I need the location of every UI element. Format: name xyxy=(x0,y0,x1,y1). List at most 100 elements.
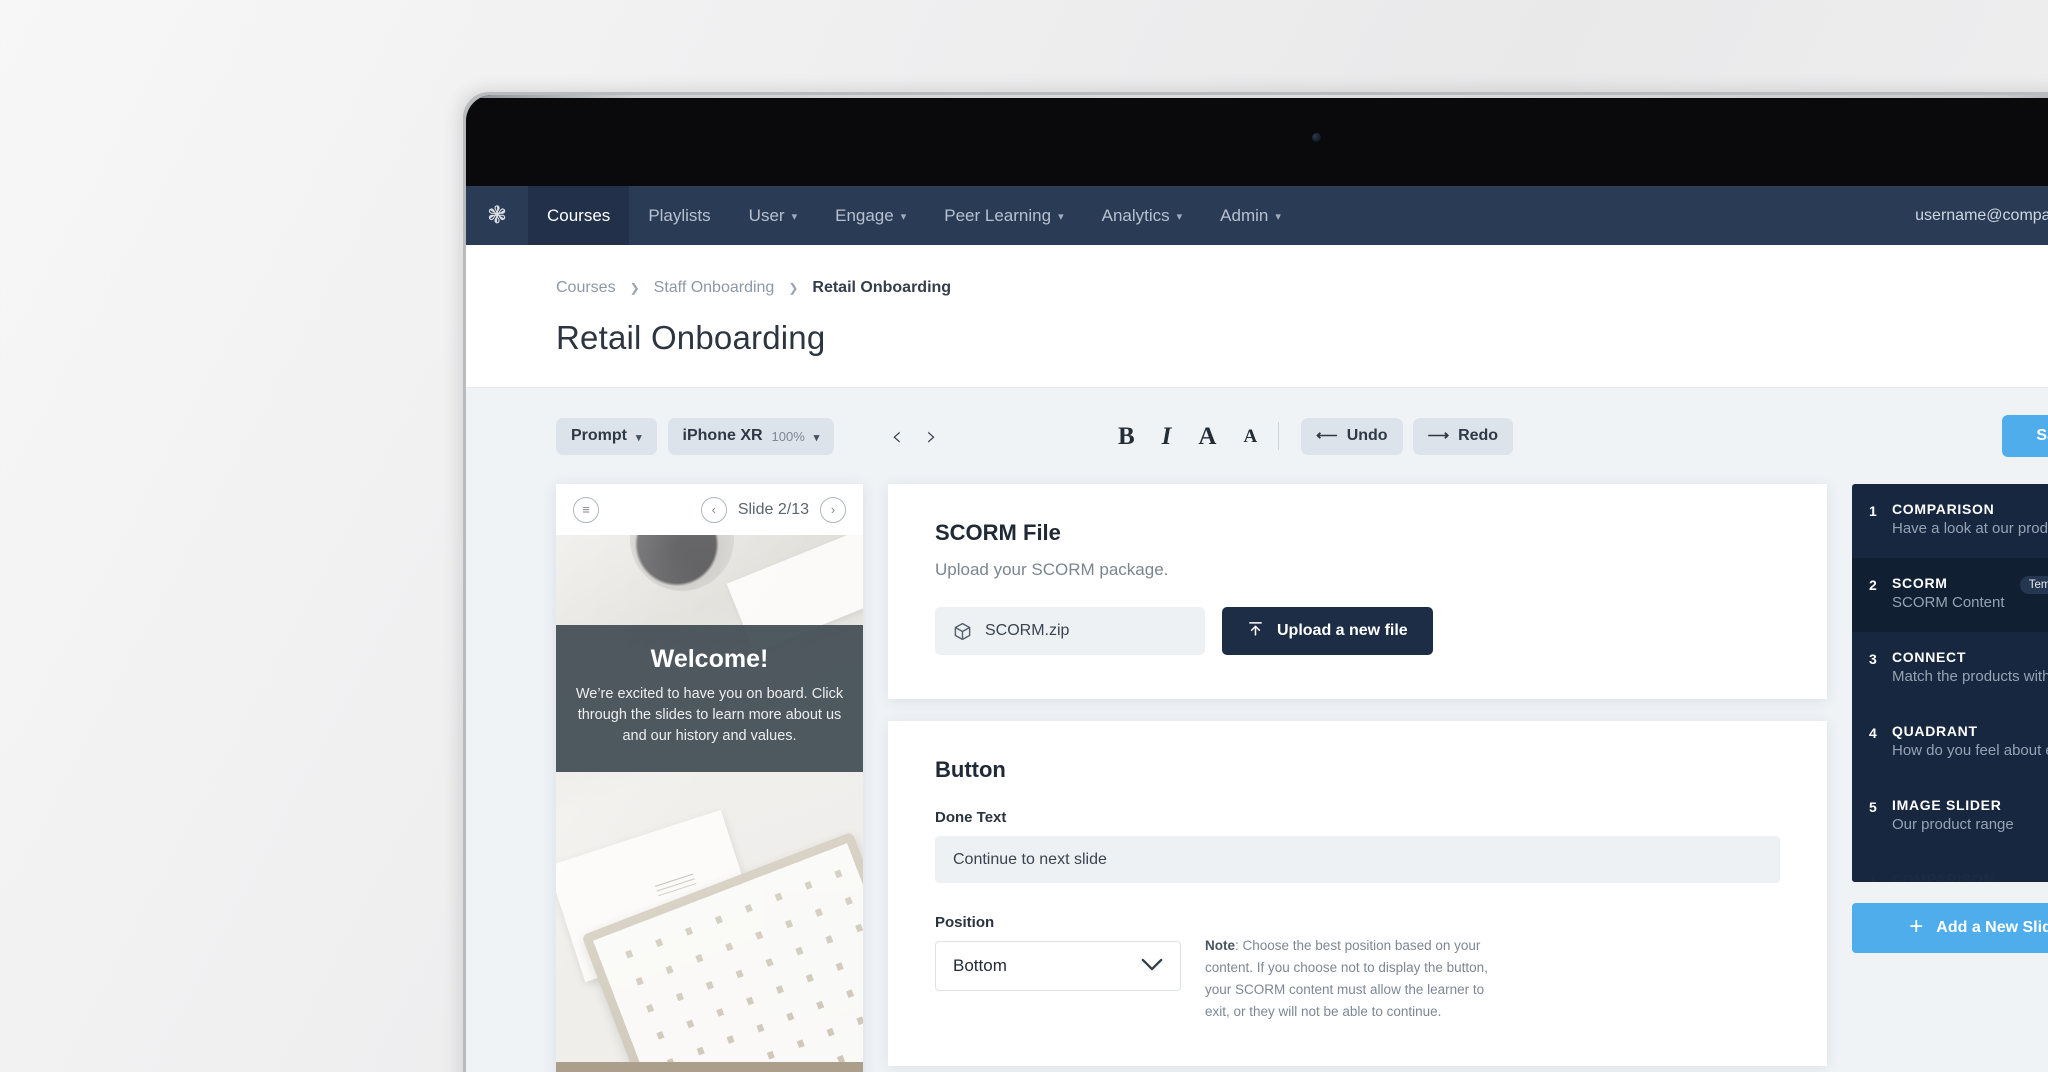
position-select[interactable]: Bottom xyxy=(935,941,1181,991)
slide-description: How do you feel about e… xyxy=(1892,742,2048,759)
preview-canvas: Welcome! We’re excited to have you on bo… xyxy=(556,535,863,1072)
redo-button[interactable]: ⟶ Redo xyxy=(1412,417,1514,455)
slide-badge-row: Template ⚙ xyxy=(2019,576,2048,594)
preview-overlay-body: We’re excited to have you on board. Clic… xyxy=(575,686,844,745)
redo-label: Redo xyxy=(1458,427,1499,444)
nav-item-engage[interactable]: Engage ▾ xyxy=(816,186,925,245)
scorm-file-name: SCORM.zip xyxy=(985,622,1070,639)
device-preview: ≡ ‹ Slide 2/13 › Welcome! We’re excited … xyxy=(556,484,863,1072)
package-cube-icon xyxy=(953,622,972,641)
nav-label: Peer Learning xyxy=(944,205,1052,225)
nav-item-playlists[interactable]: Playlists xyxy=(629,186,729,245)
italic-button[interactable]: I xyxy=(1162,424,1172,449)
nav-label: Playlists xyxy=(648,205,711,225)
upload-arrow-icon xyxy=(1247,620,1264,642)
navbar-right-group: username@company.com ⚙ xyxy=(1915,186,2048,245)
position-help-note: Note: Choose the best position based on … xyxy=(1205,914,1495,1022)
editor-toolbar: Prompt ▾ iPhone XR 100% ▾ ‹ › B I A A ⟵ … xyxy=(466,388,2048,484)
chevron-right-icon: ❯ xyxy=(788,281,799,295)
note-text: : Choose the best position based on your… xyxy=(1205,938,1488,1019)
position-label: Position xyxy=(935,914,995,931)
top-navigation-bar: ❃ Courses Playlists User ▾ Engage ▾ Peer… xyxy=(466,186,2048,245)
save-button[interactable]: Saved xyxy=(2002,415,2048,457)
breadcrumb-item-staff-onboarding[interactable]: Staff Onboarding xyxy=(654,279,775,297)
scorm-file-card: SCORM File Upload your SCORM package. SC… xyxy=(888,484,1827,699)
font-size-large-button[interactable]: A xyxy=(1198,424,1216,449)
font-size-small-button[interactable]: A xyxy=(1243,427,1257,446)
status-badge: Template xyxy=(2019,576,2048,594)
gear-flower-icon: ❃ xyxy=(486,201,508,229)
slide-text-group: COMPARISON Have a look at our produ… xyxy=(1892,501,2048,537)
nav-item-courses[interactable]: Courses xyxy=(528,186,630,245)
chevron-right-icon: ❯ xyxy=(629,281,640,295)
undo-button[interactable]: ⟵ Undo xyxy=(1301,417,1403,455)
brand-logo[interactable]: ❃ xyxy=(466,186,528,245)
slide-list-item[interactable]: 3 CONNECT Match the products with… ⚙ 🗑 xyxy=(1852,632,2048,706)
slide-type: SCORM xyxy=(1892,575,1948,591)
slide-text-group: COMPARISON Product X vs Product Y xyxy=(1892,871,2048,882)
nav-item-admin[interactable]: Admin ▾ xyxy=(1201,186,1300,245)
add-slide-label: Add a New Slide xyxy=(1936,919,2048,936)
chevron-left-icon[interactable]: ‹ xyxy=(891,423,902,450)
position-selected-value: Bottom xyxy=(953,956,1007,975)
chevron-down-icon: ▾ xyxy=(636,431,642,444)
slide-list-item[interactable]: 4 QUADRANT How do you feel about e… ⚙ 🗑 xyxy=(1852,706,2048,780)
slide-list-item[interactable]: 5 IMAGE SLIDER Our product range ⚙ 🗑 xyxy=(1852,780,2048,854)
slide-type: COMPARISON xyxy=(1892,501,1995,517)
hamburger-icon[interactable]: ≡ xyxy=(573,496,599,523)
page-header: Courses ❯ Staff Onboarding ❯ Retail Onbo… xyxy=(466,245,2048,388)
add-new-slide-button[interactable]: + Add a New Slide xyxy=(1852,903,2048,953)
breadcrumb-item-courses[interactable]: Courses xyxy=(556,279,616,297)
note-prefix: Note xyxy=(1205,938,1235,953)
slide-list-item[interactable]: 1 COMPARISON Have a look at our produ… ⚙… xyxy=(1852,484,2048,558)
chevron-right-icon[interactable]: › xyxy=(820,496,846,523)
editor-main-area: ≡ ‹ Slide 2/13 › Welcome! We’re excited … xyxy=(466,484,2048,1072)
preview-topbar: ≡ ‹ Slide 2/13 › xyxy=(556,484,863,535)
slide-number: 3 xyxy=(1869,651,1877,667)
slide-number: 5 xyxy=(1869,799,1877,815)
upload-new-file-button[interactable]: Upload a new file xyxy=(1222,607,1433,655)
slide-text-group: QUADRANT How do you feel about e… xyxy=(1892,723,2048,759)
bezel-highlight xyxy=(466,95,2048,98)
device-zoom-label: 100% xyxy=(771,428,805,444)
scorm-file-chip[interactable]: SCORM.zip xyxy=(935,607,1205,655)
scorm-card-description: Upload your SCORM package. xyxy=(935,560,1169,579)
settings-column: SCORM File Upload your SCORM package. SC… xyxy=(888,484,1827,1072)
slide-navigation: ‹ › xyxy=(891,423,937,450)
chevron-down-icon: ▾ xyxy=(1058,211,1064,223)
chevron-left-icon[interactable]: ‹ xyxy=(700,496,727,523)
done-text-input[interactable] xyxy=(935,836,1780,883)
undo-redo-group: ⟵ Undo ⟶ Redo xyxy=(1301,417,1514,455)
prompt-label: Prompt xyxy=(571,427,627,444)
slide-counter-label: Slide 2/13 xyxy=(737,500,809,518)
preview-text-overlay: Welcome! We’re excited to have you on bo… xyxy=(556,625,863,773)
bold-button[interactable]: B xyxy=(1118,424,1135,449)
nav-label: Analytics xyxy=(1101,205,1170,225)
chevron-down-icon: ▾ xyxy=(1275,211,1281,223)
prompt-dropdown[interactable]: Prompt ▾ xyxy=(556,417,657,455)
slide-list-item[interactable]: 2 SCORM SCORM Content Template ⚙ 🗑 xyxy=(1852,558,2048,632)
webcam-icon xyxy=(1311,133,1321,142)
preview-cta-button[interactable]: Continue to next slide xyxy=(556,1062,863,1072)
preview-slide-nav: ‹ Slide 2/13 › xyxy=(700,496,846,523)
undo-label: Undo xyxy=(1346,427,1388,444)
chevron-right-icon[interactable]: › xyxy=(926,423,937,450)
upload-label: Upload a new file xyxy=(1277,622,1408,639)
device-dropdown[interactable]: iPhone XR 100% ▾ xyxy=(667,417,835,455)
nav-item-analytics[interactable]: Analytics ▾ xyxy=(1083,186,1202,245)
slide-description: SCORM Content xyxy=(1892,594,2005,611)
chevron-down-icon: ▾ xyxy=(813,431,820,444)
done-text-label: Done Text xyxy=(935,809,1007,826)
slide-list-item[interactable]: 1 COMPARISON Product X vs Product Y ⚙ 🗑 xyxy=(1852,854,2048,882)
preview-photo-coffee-cup xyxy=(630,535,734,591)
slide-list: 1 COMPARISON Have a look at our produ… ⚙… xyxy=(1852,484,2048,882)
nav-item-peer-learning[interactable]: Peer Learning ▾ xyxy=(925,186,1082,245)
chevron-down-icon: ▾ xyxy=(791,211,798,223)
nav-item-user[interactable]: User ▾ xyxy=(730,186,816,245)
scorm-upload-row: SCORM.zip Upload a new file xyxy=(935,607,1780,655)
laptop-frame: ❃ Courses Playlists User ▾ Engage ▾ Peer… xyxy=(466,95,2048,1072)
user-email-label[interactable]: username@company.com xyxy=(1915,207,2048,225)
plus-icon: + xyxy=(1909,913,1924,940)
scorm-card-title: SCORM File xyxy=(935,520,1061,545)
toolbar-divider xyxy=(1278,422,1280,450)
